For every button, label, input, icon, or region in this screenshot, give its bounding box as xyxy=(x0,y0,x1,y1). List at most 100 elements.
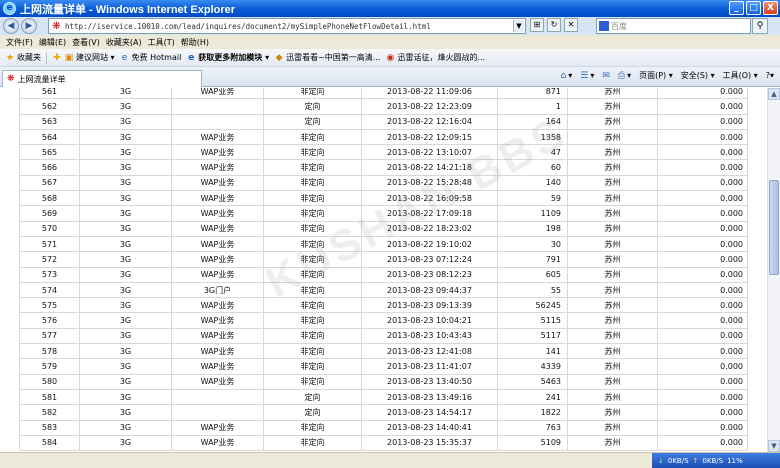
service-cell: WAP业务 xyxy=(171,190,264,207)
flow-amount-cell: 791 xyxy=(497,251,568,268)
menu-edit[interactable]: 编辑(E) xyxy=(39,37,66,48)
favorite-item-game[interactable]: ◉ 迅雷话征，烽火圆战的... xyxy=(385,52,486,63)
row-index-cell: 578 xyxy=(19,343,80,360)
menu-tools[interactable]: 工具(T) xyxy=(148,37,175,48)
tab-flow-detail[interactable]: ❋ 上网流量详单 xyxy=(2,70,202,87)
direction-cell: 非定向 xyxy=(263,312,362,329)
flow-amount-cell: 1822 xyxy=(497,404,568,421)
start-time-cell: 2013-08-23 10:04:21 xyxy=(361,312,498,329)
add-favorite-icon: ✚ xyxy=(53,52,61,63)
start-time-cell: 2013-08-23 13:40:50 xyxy=(361,373,498,390)
location-cell: 苏州 xyxy=(567,343,658,360)
favorites-bar: ★ 收藏夹 ✚ ▣ 建议网站 ▾ e 免费 Hotmail e 获取更多附加模块… xyxy=(0,49,780,67)
table-row: 562 3G 定向 2013-08-22 12:23:09 1 苏州 0.000 xyxy=(19,98,748,115)
direction-cell: 非定向 xyxy=(263,251,362,268)
location-cell: 苏州 xyxy=(567,281,658,299)
favorites-button[interactable]: ★ 收藏夹 xyxy=(5,52,41,63)
scroll-up-icon[interactable]: ▲ xyxy=(768,88,780,100)
refresh-icon[interactable]: ↻ xyxy=(547,18,561,32)
tools-menu[interactable]: 工具(O) ▾ xyxy=(723,70,758,81)
favorite-item-addons[interactable]: e 获取更多附加模块 ▾ xyxy=(186,52,269,63)
scroll-down-icon[interactable]: ▼ xyxy=(768,440,780,452)
network-meter: ↓ 0KB/S ↑ 0KB/S 11% xyxy=(652,453,780,468)
menu-view[interactable]: 查看(V) xyxy=(72,37,100,48)
xunlei-icon: ◆ xyxy=(275,52,283,63)
maximize-button[interactable]: □ xyxy=(746,1,761,15)
favorite-item-xunlei[interactable]: ◆ 迅雷看看~中国第一高清... xyxy=(274,52,381,63)
forward-button[interactable]: ▶ xyxy=(21,18,37,34)
table-row: 571 3G WAP业务 非定向 2013-08-22 19:10:02 30 苏州 0.00… xyxy=(19,235,748,253)
chevron-down-icon[interactable]: ▼ xyxy=(513,20,524,32)
fee-cell: 0.000 xyxy=(657,281,748,299)
start-time-cell: 2013-08-22 14:21:18 xyxy=(361,159,498,176)
safety-menu[interactable]: 安全(S) ▾ xyxy=(681,70,715,81)
home-icon: ⌂ xyxy=(560,70,567,81)
stop-icon[interactable]: ✕ xyxy=(564,18,578,32)
network-type-cell: 3G xyxy=(79,419,172,436)
network-type-cell: 3G xyxy=(79,266,172,283)
flow-amount-cell: 56245 xyxy=(497,297,568,314)
favorite-label: 迅雷看看~中国第一高清... xyxy=(286,53,381,62)
network-type-cell: 3G xyxy=(79,174,172,192)
fee-cell: 0.000 xyxy=(657,297,748,314)
tab-row: ❋ 上网流量详单 ⌂ ▾ ☰ ▾ ✉ ⎙ ▾ 页面(P) ▾ 安全(S) ▾ 工具(O… xyxy=(0,67,780,87)
minimize-button[interactable]: _ xyxy=(729,1,744,15)
service-cell: WAP业务 xyxy=(171,220,264,237)
url-field[interactable]: ❋ http://iservice.10010.com/lead/inquire… xyxy=(48,18,526,34)
network-type-cell: 3G xyxy=(79,388,172,406)
flow-amount-cell: 605 xyxy=(497,266,568,283)
favorites-label: 收藏夹 xyxy=(17,53,41,62)
flow-amount-cell: 55 xyxy=(497,281,568,299)
start-time-cell: 2013-08-23 13:49:16 xyxy=(361,388,498,406)
direction-cell: 非定向 xyxy=(263,281,362,299)
scroll-thumb[interactable] xyxy=(769,180,779,275)
menu-favorites[interactable]: 收藏夹(A) xyxy=(106,37,142,48)
table-row: 564 3G WAP业务 非定向 2013-08-22 12:09:15 1358 苏州 0.… xyxy=(19,128,748,146)
home-button[interactable]: ⌂ ▾ xyxy=(561,71,573,81)
direction-cell: 非定向 xyxy=(263,88,362,100)
location-cell: 苏州 xyxy=(567,419,658,436)
row-index-cell: 583 xyxy=(19,419,80,436)
mail-button[interactable]: ✉ xyxy=(602,71,610,81)
row-index-cell: 581 xyxy=(19,388,80,406)
favorite-item-suggested[interactable]: ✚ ▣ 建议网站 ▾ xyxy=(52,52,114,63)
rss-icon: ☰ xyxy=(580,70,589,81)
row-index-cell: 577 xyxy=(19,327,80,345)
direction-cell: 非定向 xyxy=(263,235,362,253)
flow-amount-cell: 164 xyxy=(497,113,568,130)
compatibility-icon[interactable]: ⊞ xyxy=(530,18,544,32)
menu-help[interactable]: 帮助(H) xyxy=(181,37,209,48)
fee-cell: 0.000 xyxy=(657,358,748,375)
row-index-cell: 576 xyxy=(19,312,80,329)
print-button[interactable]: ⎙ ▾ xyxy=(618,71,631,81)
location-cell: 苏州 xyxy=(567,113,658,130)
network-type-cell: 3G xyxy=(79,190,172,207)
vertical-scrollbar[interactable]: ▲ ▼ xyxy=(767,88,780,452)
back-button[interactable]: ◀ xyxy=(3,18,19,34)
favorite-item-hotmail[interactable]: e 免费 Hotmail xyxy=(120,52,182,63)
start-time-cell: 2013-08-23 12:41:08 xyxy=(361,343,498,360)
search-input[interactable]: 百度 xyxy=(596,18,751,34)
search-icon[interactable]: ⚲ xyxy=(752,18,768,34)
start-time-cell: 2013-08-23 08:12:23 xyxy=(361,266,498,283)
upload-arrow-icon: ↑ xyxy=(692,456,699,465)
fee-cell: 0.000 xyxy=(657,88,748,100)
location-cell: 苏州 xyxy=(567,297,658,314)
help-menu[interactable]: ?▾ xyxy=(766,71,774,80)
page-menu[interactable]: 页面(P) ▾ xyxy=(639,70,673,81)
network-type-cell: 3G xyxy=(79,297,172,314)
location-cell: 苏州 xyxy=(567,388,658,406)
service-cell: WAP业务 xyxy=(171,373,264,390)
fee-cell: 0.000 xyxy=(657,419,748,436)
site-icon: ❋ xyxy=(52,20,61,32)
row-index-cell: 562 xyxy=(19,98,80,115)
fee-cell: 0.000 xyxy=(657,434,748,452)
fee-cell: 0.000 xyxy=(657,251,748,268)
table-row: 566 3G WAP业务 非定向 2013-08-22 14:21:18 60 苏州 0.00… xyxy=(19,159,748,176)
feeds-button[interactable]: ☰ ▾ xyxy=(580,71,594,81)
url-text[interactable]: http://iservice.10010.com/lead/inquires/… xyxy=(65,22,431,31)
menu-file[interactable]: 文件(F) xyxy=(6,37,33,48)
close-button[interactable]: X xyxy=(763,1,778,15)
start-time-cell: 2013-08-22 12:09:15 xyxy=(361,128,498,146)
fee-cell: 0.000 xyxy=(657,144,748,161)
